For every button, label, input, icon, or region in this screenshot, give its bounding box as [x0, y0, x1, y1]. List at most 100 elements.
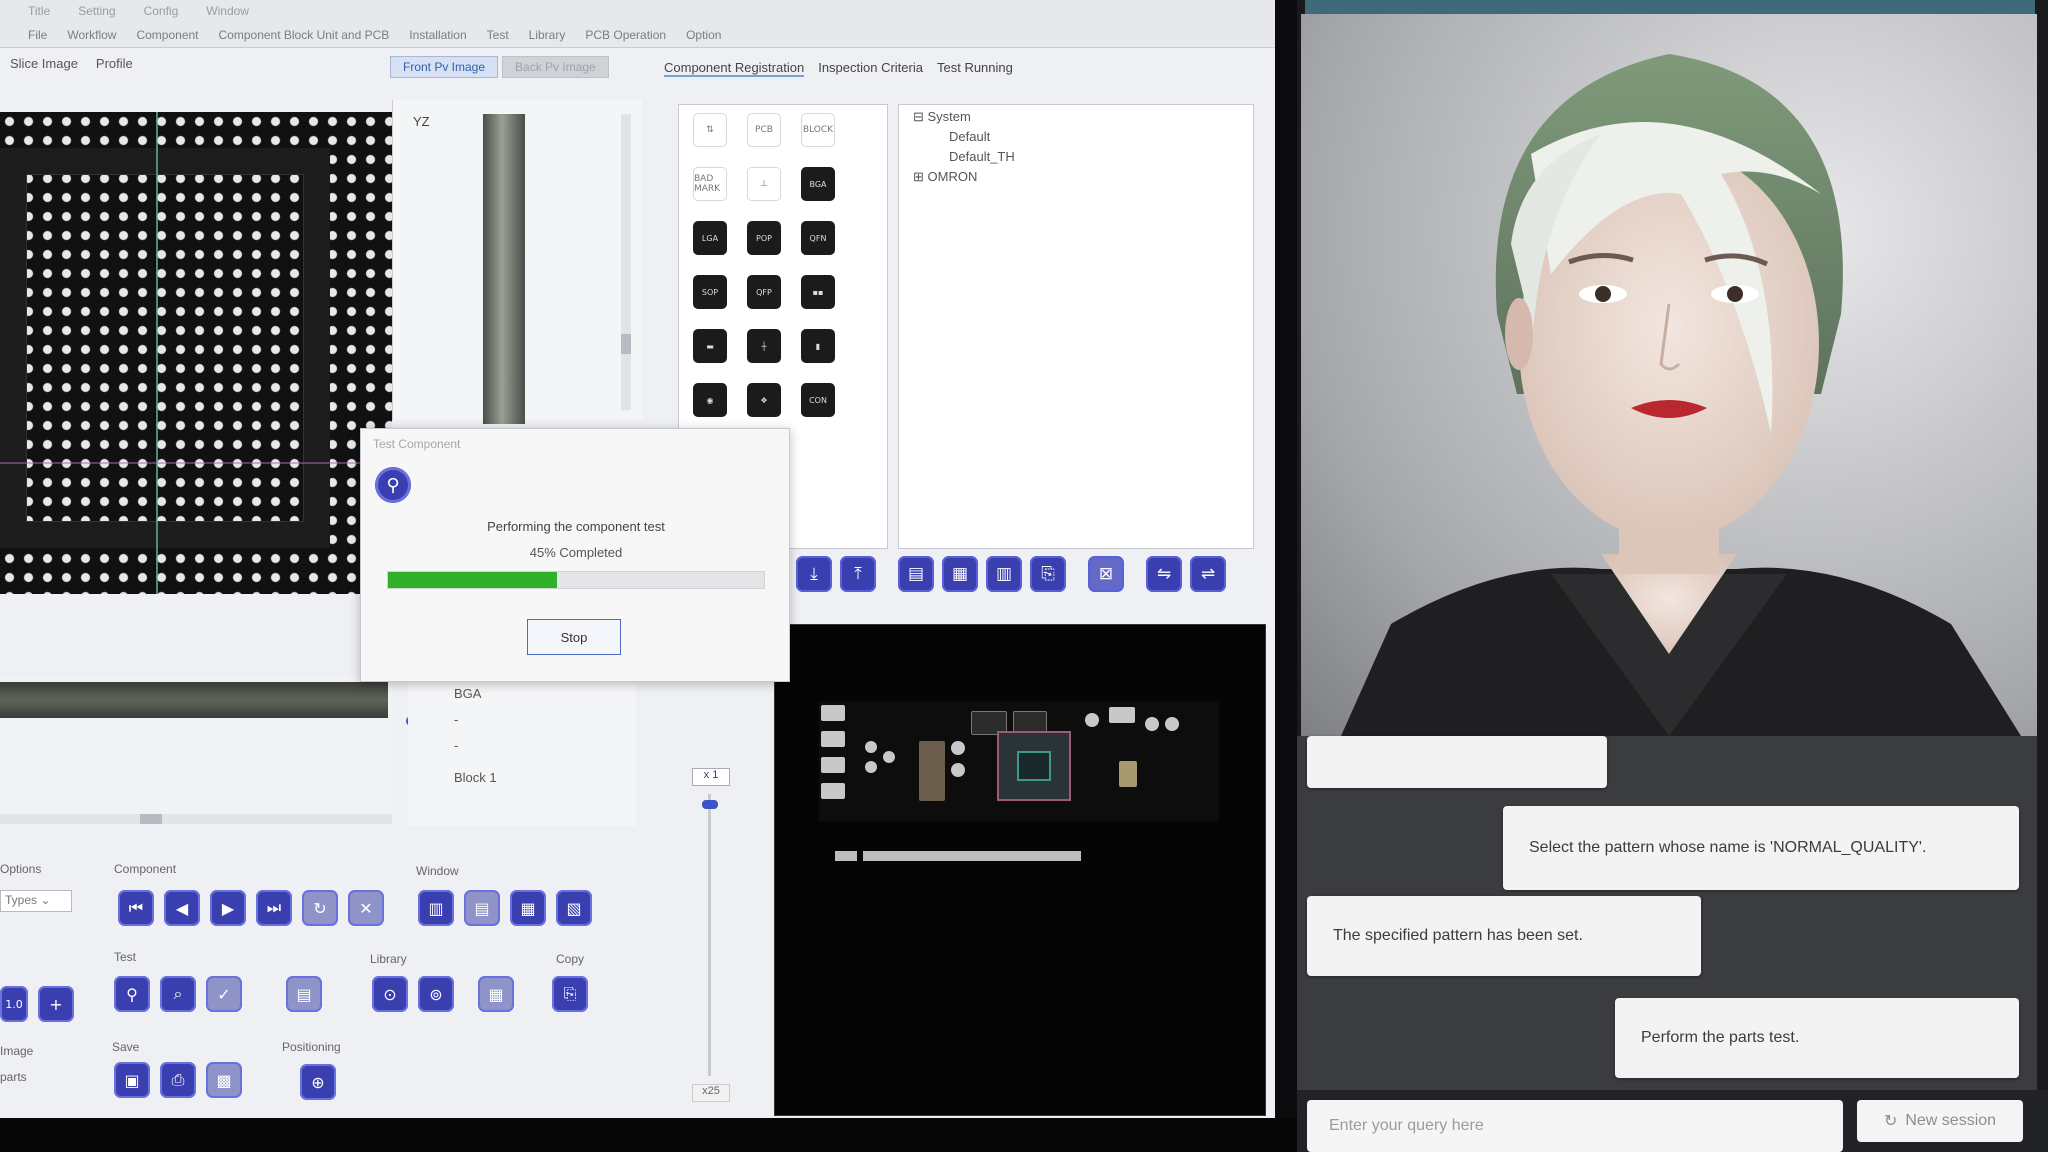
block-list-item[interactable]: Block 1: [454, 770, 497, 785]
resistor-icon[interactable]: ▬: [693, 329, 727, 363]
horizontal-scrollbar[interactable]: [0, 814, 392, 824]
vertical-crosshair[interactable]: [156, 112, 158, 594]
last-icon[interactable]: ⏭: [256, 890, 292, 926]
block-list-item[interactable]: BGA: [454, 686, 481, 701]
tab-component-registration[interactable]: Component Registration: [664, 60, 805, 77]
test-report-icon[interactable]: ▤: [286, 976, 322, 1012]
qfn-icon[interactable]: QFN: [801, 221, 835, 255]
menu-item-test[interactable]: Test: [487, 28, 509, 46]
copy-icon[interactable]: ⎘: [1030, 556, 1066, 592]
arrows-icon[interactable]: ⇅: [693, 113, 727, 147]
title-item[interactable]: Setting: [78, 4, 115, 18]
window-split-icon[interactable]: ▤: [464, 890, 500, 926]
test-component-dialog: Test Component ⚲ Performing the componen…: [360, 428, 790, 682]
connector-icon[interactable]: CON: [801, 383, 835, 417]
tab-back-pv-image[interactable]: Back Pv Image: [502, 56, 609, 78]
block-icon[interactable]: BLOCK: [801, 113, 835, 147]
tab-front-pv-image[interactable]: Front Pv Image: [390, 56, 499, 78]
test-zoom-icon[interactable]: ⌕: [160, 976, 196, 1012]
save-all-icon[interactable]: ▩: [206, 1062, 242, 1098]
stop-button[interactable]: Stop: [527, 619, 621, 655]
progress-percent-text: 45% Completed: [529, 545, 623, 560]
menu-item-library[interactable]: Library: [529, 28, 566, 46]
side-profile-view[interactable]: [0, 676, 392, 816]
cluster-icon[interactable]: ❖: [747, 383, 781, 417]
pcb-icon[interactable]: PCB: [747, 113, 781, 147]
library-load-icon[interactable]: ⊙: [372, 976, 408, 1012]
refresh-icon[interactable]: ↻: [302, 890, 338, 926]
tree-node-omron[interactable]: ⊞ OMRON: [913, 169, 977, 185]
previous-icon[interactable]: ◀: [164, 890, 200, 926]
scroll-thumb[interactable]: [140, 814, 162, 824]
menu-item-component[interactable]: Component: [136, 28, 198, 46]
query-input[interactable]: [1307, 1100, 1843, 1152]
export-icon[interactable]: ⤒: [840, 556, 876, 592]
zoom-value-button[interactable]: 1.0: [0, 986, 28, 1022]
save-icon[interactable]: ▣: [114, 1062, 150, 1098]
menu-item-block-unit[interactable]: Component Block Unit and PCB: [219, 28, 390, 46]
menu-item-file[interactable]: File: [28, 28, 47, 46]
lga-icon[interactable]: LGA: [693, 221, 727, 255]
title-item[interactable]: Config: [144, 4, 179, 18]
save-as-icon[interactable]: ⎙: [160, 1062, 196, 1098]
bad-mark-icon[interactable]: BAD MARK: [693, 167, 727, 201]
yz-scrollbar[interactable]: [621, 114, 631, 410]
title-item[interactable]: Window: [206, 4, 249, 18]
menu-item-option[interactable]: Option: [686, 28, 721, 46]
round-part-icon[interactable]: ◉: [693, 383, 727, 417]
tab-test-running[interactable]: Test Running: [937, 60, 1013, 77]
tab-slice-image[interactable]: Slice Image: [10, 56, 78, 82]
bga-icon[interactable]: BGA: [801, 167, 835, 201]
test-check-icon[interactable]: ✓: [206, 976, 242, 1012]
tab-inspection-criteria[interactable]: Inspection Criteria: [818, 60, 923, 77]
add-icon[interactable]: +: [38, 986, 74, 1022]
import-icon[interactable]: ⤓: [796, 556, 832, 592]
zoom-knob[interactable]: [702, 800, 718, 809]
window-grid-icon[interactable]: ▧: [556, 890, 592, 926]
block-list-item[interactable]: -: [454, 712, 458, 727]
xray-slice-view[interactable]: [0, 112, 392, 594]
window-tile-icon[interactable]: ▦: [510, 890, 546, 926]
grid-icon[interactable]: ▦: [942, 556, 978, 592]
yz-profile-view[interactable]: YZ: [392, 100, 642, 424]
close-icon[interactable]: ✕: [348, 890, 384, 926]
tree-node-default-th[interactable]: Default_TH: [949, 149, 1015, 164]
chip-array-icon[interactable]: ▪▪: [801, 275, 835, 309]
menu-item-workflow[interactable]: Workflow: [67, 28, 116, 46]
pcb-preview[interactable]: [774, 624, 1266, 1116]
positioning-icon[interactable]: ⊕: [300, 1064, 336, 1100]
positioning-controls: ⊕: [300, 1064, 336, 1100]
fiducial-icon[interactable]: ⊥: [747, 167, 781, 201]
test-search-icon[interactable]: ⚲: [114, 976, 150, 1012]
selected-component-highlight[interactable]: [997, 731, 1071, 801]
delete-icon[interactable]: ⊠: [1088, 556, 1124, 592]
block-list-item[interactable]: -: [454, 738, 458, 753]
library-list-icon[interactable]: ▦: [478, 976, 514, 1012]
window-layout-icon[interactable]: ▥: [418, 890, 454, 926]
zoom-track[interactable]: [708, 794, 711, 1076]
menu-item-installation[interactable]: Installation: [409, 28, 466, 46]
swap-back-icon[interactable]: ⇌: [1190, 556, 1226, 592]
tab-profile[interactable]: Profile: [96, 56, 133, 82]
tree-node-default[interactable]: Default: [949, 129, 990, 144]
new-session-button[interactable]: ↻ New session: [1857, 1100, 2023, 1142]
tree-node-system[interactable]: ⊟ System: [913, 109, 971, 125]
scroll-thumb[interactable]: [621, 334, 631, 354]
play-icon[interactable]: ▶: [210, 890, 246, 926]
pop-icon[interactable]: POP: [747, 221, 781, 255]
menu-item-pcb-operation[interactable]: PCB Operation: [585, 28, 666, 46]
save-icon[interactable]: ▤: [898, 556, 934, 592]
horizontal-crosshair[interactable]: [0, 462, 392, 464]
qfp-icon[interactable]: QFP: [747, 275, 781, 309]
zoom-slider[interactable]: x 1 x25: [690, 768, 730, 1104]
library-save-icon[interactable]: ⊚: [418, 976, 454, 1012]
swap-icon[interactable]: ⇋: [1146, 556, 1182, 592]
copy-icon[interactable]: ⎘: [552, 976, 588, 1012]
cross-part-icon[interactable]: ┼: [747, 329, 781, 363]
table-icon[interactable]: ▥: [986, 556, 1022, 592]
first-icon[interactable]: ⏮: [118, 890, 154, 926]
types-select[interactable]: Types ⌄: [0, 890, 72, 912]
sop-icon[interactable]: SOP: [693, 275, 727, 309]
capacitor-icon[interactable]: ▮: [801, 329, 835, 363]
title-item[interactable]: Title: [28, 4, 50, 18]
